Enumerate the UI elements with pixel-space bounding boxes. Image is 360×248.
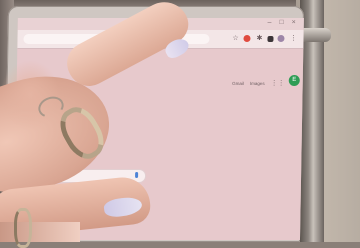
images-link[interactable]: Images bbox=[250, 81, 265, 86]
purple-extension-icon[interactable] bbox=[277, 35, 285, 42]
close-button[interactable]: × bbox=[292, 19, 296, 26]
avatar[interactable]: E bbox=[288, 75, 300, 86]
menu-dots-icon[interactable]: ⋮ bbox=[289, 35, 297, 43]
sleeve-shadow bbox=[0, 222, 80, 242]
microphone-icon[interactable] bbox=[135, 172, 139, 178]
window-controls: – □ × bbox=[267, 19, 295, 26]
knuckle-shade bbox=[0, 60, 60, 130]
bookmark-star-icon[interactable]: ☆ bbox=[231, 35, 239, 43]
top-links: Gmail Images ⋮⋮ bbox=[232, 79, 285, 87]
maximize-button[interactable]: □ bbox=[279, 19, 283, 26]
apps-grid-icon[interactable]: ⋮⋮ bbox=[271, 79, 285, 87]
puzzle-extensions-icon[interactable]: ✱ bbox=[255, 35, 263, 43]
red-extension-icon[interactable] bbox=[243, 35, 251, 42]
thumb-ring bbox=[14, 208, 32, 248]
dark-extension-icon[interactable] bbox=[267, 36, 274, 42]
gmail-link[interactable]: Gmail bbox=[232, 81, 244, 86]
minimize-button[interactable]: – bbox=[267, 19, 271, 26]
